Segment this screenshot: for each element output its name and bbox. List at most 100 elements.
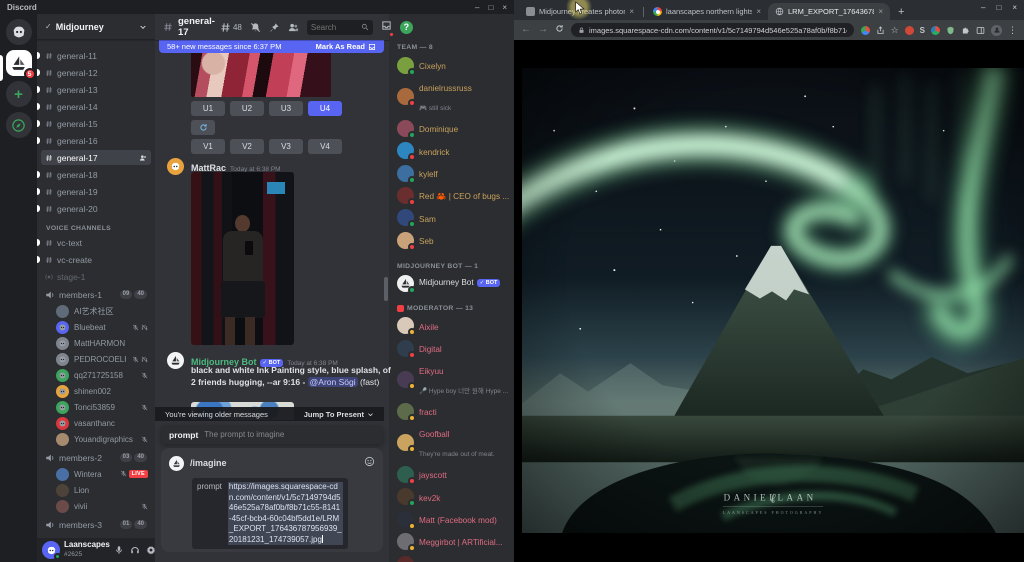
param-value[interactable]: https://images.squarespace-cdn.com/conte… <box>227 482 343 545</box>
team-group-header[interactable]: TEAM — 8 <box>397 44 506 51</box>
upscale-button-u4-selected[interactable]: U4 <box>308 101 342 116</box>
channel-general-20[interactable]: general-20 <box>37 201 151 216</box>
inbox-icon[interactable] <box>381 20 392 31</box>
extension-icon-s[interactable]: S <box>920 26 925 35</box>
member-row[interactable]: Red 🦀 | CEO of bugs ... <box>396 184 509 207</box>
upscale-button-u3[interactable]: U3 <box>269 101 303 116</box>
notifications-muted-icon[interactable] <box>250 22 261 33</box>
channel-general-11[interactable]: general-11 <box>37 48 151 63</box>
voice-member[interactable]: AI艺术社区 <box>41 303 151 319</box>
message-attachment-photo[interactable] <box>191 172 294 345</box>
channel-vc-create[interactable]: vc-create <box>37 252 151 267</box>
explore-servers-button[interactable] <box>5 112 32 138</box>
tab-midjourney-article[interactable]: Midjourney creates photorealis...× <box>519 3 641 20</box>
back-button[interactable]: ← <box>521 25 531 35</box>
user-name[interactable]: Laanscapes #2625 <box>64 540 110 559</box>
emoji-picker-button[interactable] <box>364 454 375 472</box>
member-row[interactable]: kylelf <box>396 162 507 184</box>
bot-group-header[interactable]: MIDJOURNEY BOT — 1 <box>397 263 506 270</box>
forward-button[interactable]: → <box>538 25 548 35</box>
member-row[interactable]: Digital <box>396 337 507 359</box>
extensions-puzzle-icon[interactable] <box>961 26 970 35</box>
channel-general-14[interactable]: general-14 <box>37 99 151 114</box>
variation-button-v4[interactable]: V4 <box>308 139 342 154</box>
avatar[interactable] <box>167 158 184 175</box>
member-row[interactable]: kev2k <box>396 486 507 508</box>
voice-member[interactable]: shinen002 <box>41 383 151 399</box>
bookmark-star-icon[interactable]: ☆ <box>891 25 899 36</box>
member-row[interactable]: Sam <box>396 207 507 229</box>
moderator-group-header[interactable]: MODERATOR — 13 <box>397 304 506 312</box>
voice-room-members-3[interactable]: members-3 01 40 <box>41 517 151 532</box>
voice-member[interactable]: Youandigraphics <box>41 431 151 447</box>
new-tab-button[interactable]: + <box>898 6 904 18</box>
channel-general-16[interactable]: general-16 <box>37 133 151 148</box>
voice-member[interactable]: vasanthanc <box>41 415 151 431</box>
share-icon[interactable] <box>876 26 885 35</box>
member-row[interactable]: jayscott <box>396 463 507 485</box>
invite-members-icon[interactable] <box>139 154 147 162</box>
voice-member[interactable]: Wintera LIVE <box>41 466 151 482</box>
extension-icon-red[interactable] <box>904 25 914 35</box>
discord-close-button[interactable]: × <box>502 3 507 12</box>
jump-to-present-button[interactable]: Jump To Present <box>304 410 374 419</box>
voice-member[interactable]: Lion <box>41 482 151 498</box>
avatar[interactable] <box>167 352 184 369</box>
member-row[interactable]: ramblingrhubarb <box>396 553 507 562</box>
channel-general-12[interactable]: general-12 <box>37 65 151 80</box>
extension-icon[interactable] <box>860 25 870 35</box>
search-input[interactable] <box>310 22 361 32</box>
member-row[interactable]: Cixelyn <box>396 54 507 76</box>
discord-home-button[interactable] <box>5 19 32 45</box>
pinned-messages-icon[interactable] <box>269 22 280 33</box>
upscale-button-u1[interactable]: U1 <box>191 101 225 116</box>
channel-general-19[interactable]: general-19 <box>37 184 151 199</box>
autocomplete-option[interactable]: prompt <box>169 430 198 440</box>
new-messages-banner[interactable]: 58+ new messages since 6:37 PM Mark As R… <box>159 40 384 53</box>
member-row[interactable]: Goofball They're made out of meat. <box>396 422 507 463</box>
channel-stage-1[interactable]: stage-1 <box>41 269 151 284</box>
upscale-button-u2[interactable]: U2 <box>230 101 264 116</box>
user-mention[interactable]: @Aron Sögi <box>307 377 358 387</box>
browser-close-button[interactable]: × <box>1012 3 1017 12</box>
server-icon-midjourney[interactable]: 5 <box>5 50 36 80</box>
tab-google-search[interactable]: laanscapes northern lights - Goo...× <box>646 3 768 20</box>
discord-maximize-button[interactable]: □ <box>488 3 493 12</box>
help-icon[interactable]: ? <box>399 20 413 34</box>
variation-button-v3[interactable]: V3 <box>269 139 303 154</box>
extension-icon-rgb[interactable] <box>931 25 940 35</box>
member-row-midjourney-bot[interactable]: Midjourney Bot ✓ BOT <box>396 273 507 294</box>
tab-close-icon[interactable]: × <box>629 7 634 16</box>
tab-image-active[interactable]: LRM_EXPORT_17643678795693...× <box>768 3 890 20</box>
search-box[interactable] <box>306 19 373 35</box>
slash-command-autocomplete[interactable]: prompt The prompt to imagine <box>161 425 383 444</box>
mic-icon[interactable] <box>114 545 124 555</box>
side-panel-icon[interactable] <box>976 26 985 35</box>
variation-button-v2[interactable]: V2 <box>230 139 264 154</box>
member-row[interactable]: kendrick <box>396 140 507 162</box>
profile-avatar[interactable] <box>991 24 1002 36</box>
voice-room-members-1[interactable]: members-1 09 40 <box>41 287 151 302</box>
channel-general-17-selected[interactable]: general-17 <box>41 150 151 165</box>
reload-button[interactable] <box>555 24 564 36</box>
member-row[interactable]: fracti <box>396 400 507 422</box>
chat-scrollbar-thumb[interactable] <box>384 277 388 301</box>
voice-room-members-2[interactable]: members-2 03 40 <box>41 450 151 465</box>
threads-button[interactable]: 48 <box>220 22 242 33</box>
member-list-icon[interactable] <box>288 22 299 33</box>
message-input[interactable]: /imagine prompt https://images.squarespa… <box>161 448 383 552</box>
channel-vc-text[interactable]: vc-text <box>37 235 151 250</box>
headphones-icon[interactable] <box>130 545 140 555</box>
voice-member[interactable]: Tonci53859 <box>41 399 151 415</box>
extension-shield-icon[interactable] <box>946 26 955 35</box>
browser-minimize-button[interactable]: – <box>981 3 985 12</box>
browser-maximize-button[interactable]: □ <box>996 3 1001 12</box>
voice-member[interactable]: PEDROCOELHO... <box>41 351 151 367</box>
server-header[interactable]: ✓ Midjourney <box>37 14 155 40</box>
discord-minimize-button[interactable]: – <box>475 3 479 12</box>
add-server-button[interactable]: + <box>5 81 32 107</box>
member-row[interactable]: Aixile <box>396 315 507 337</box>
member-row[interactable]: Meggirbot | ARTificial... <box>396 530 507 553</box>
variation-button-v1[interactable]: V1 <box>191 139 225 154</box>
aurora-photo[interactable]: DANIEL ℓ LAAN LAANSCAPES PHOTOGRAPHY <box>522 68 1024 533</box>
